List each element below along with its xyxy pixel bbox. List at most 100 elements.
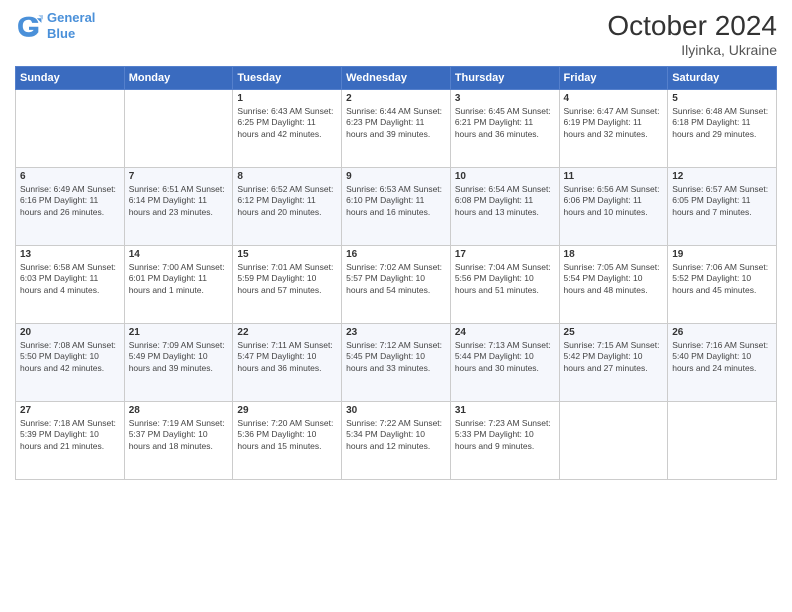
table-row: 29 Sunrise: 7:20 AM Sunset: 5:36 PM Dayli… bbox=[233, 402, 342, 480]
col-monday: Monday bbox=[124, 67, 233, 90]
day-number: 5 bbox=[672, 93, 772, 104]
week-row-4: 20 Sunrise: 7:08 AM Sunset: 5:50 PM Dayli… bbox=[16, 324, 777, 402]
table-row bbox=[559, 402, 668, 480]
day-number: 21 bbox=[129, 327, 229, 338]
day-number: 3 bbox=[455, 93, 555, 104]
day-info: Sunrise: 6:47 AM Sunset: 6:19 PM Dayligh… bbox=[564, 106, 664, 140]
table-row: 28Sunrise: 7:19 AM Sunset: 5:37 PM Dayli… bbox=[124, 402, 233, 480]
table-row: 20 Sunrise: 7:08 AM Sunset: 5:50 PM Dayli… bbox=[16, 324, 125, 402]
week-row-1: 1 Sunrise: 6:43 AM Sunset: 6:25 PM Daylig… bbox=[16, 90, 777, 168]
day-number: 18 bbox=[564, 249, 664, 260]
table-row bbox=[668, 402, 777, 480]
day-number: 15 bbox=[237, 249, 337, 260]
table-row: 13Sunrise: 6:58 AM Sunset: 6:03 PM Dayli… bbox=[16, 246, 125, 324]
table-row: 8 Sunrise: 6:52 AM Sunset: 6:12 PM Daylig… bbox=[233, 168, 342, 246]
day-info: Sunrise: 6:53 AM Sunset: 6:10 PM Dayligh… bbox=[346, 184, 446, 218]
day-info: Sunrise: 7:04 AM Sunset: 5:56 PM Dayligh… bbox=[455, 262, 555, 296]
col-thursday: Thursday bbox=[450, 67, 559, 90]
day-info: Sunrise: 7:02 AM Sunset: 5:57 PM Dayligh… bbox=[346, 262, 446, 296]
table-row bbox=[16, 90, 125, 168]
day-number: 12 bbox=[672, 171, 772, 182]
week-row-2: 6 Sunrise: 6:49 AM Sunset: 6:16 PM Daylig… bbox=[16, 168, 777, 246]
logo-icon bbox=[15, 12, 43, 40]
day-info: Sunrise: 6:56 AM Sunset: 6:06 PM Dayligh… bbox=[564, 184, 664, 218]
location: Ilyinka, Ukraine bbox=[607, 42, 777, 58]
col-wednesday: Wednesday bbox=[342, 67, 451, 90]
day-info: Sunrise: 7:15 AM Sunset: 5:42 PM Dayligh… bbox=[564, 340, 664, 374]
day-info: Sunrise: 7:12 AM Sunset: 5:45 PM Dayligh… bbox=[346, 340, 446, 374]
day-number: 14 bbox=[129, 249, 229, 260]
table-row: 2Sunrise: 6:44 AM Sunset: 6:23 PM Daylig… bbox=[342, 90, 451, 168]
day-number: 16 bbox=[346, 249, 446, 260]
day-info: Sunrise: 7:20 AM Sunset: 5:36 PM Dayligh… bbox=[237, 418, 337, 452]
day-info: Sunrise: 6:54 AM Sunset: 6:08 PM Dayligh… bbox=[455, 184, 555, 218]
header: General Blue October 2024 Ilyinka, Ukrai… bbox=[15, 10, 777, 58]
day-info: Sunrise: 7:16 AM Sunset: 5:40 PM Dayligh… bbox=[672, 340, 772, 374]
col-saturday: Saturday bbox=[668, 67, 777, 90]
title-block: October 2024 Ilyinka, Ukraine bbox=[607, 10, 777, 58]
day-info: Sunrise: 6:43 AM Sunset: 6:25 PM Dayligh… bbox=[237, 106, 337, 140]
day-info: Sunrise: 7:09 AM Sunset: 5:49 PM Dayligh… bbox=[129, 340, 229, 374]
day-info: Sunrise: 6:45 AM Sunset: 6:21 PM Dayligh… bbox=[455, 106, 555, 140]
day-number: 29 bbox=[237, 405, 337, 416]
day-info: Sunrise: 6:49 AM Sunset: 6:16 PM Dayligh… bbox=[20, 184, 120, 218]
day-info: Sunrise: 6:52 AM Sunset: 6:12 PM Dayligh… bbox=[237, 184, 337, 218]
day-number: 22 bbox=[237, 327, 337, 338]
day-number: 24 bbox=[455, 327, 555, 338]
table-row: 16 Sunrise: 7:02 AM Sunset: 5:57 PM Dayli… bbox=[342, 246, 451, 324]
table-row: 7 Sunrise: 6:51 AM Sunset: 6:14 PM Daylig… bbox=[124, 168, 233, 246]
day-number: 8 bbox=[237, 171, 337, 182]
day-number: 20 bbox=[20, 327, 120, 338]
day-number: 28 bbox=[129, 405, 229, 416]
day-number: 1 bbox=[237, 93, 337, 104]
day-number: 6 bbox=[20, 171, 120, 182]
day-info: Sunrise: 7:01 AM Sunset: 5:59 PM Dayligh… bbox=[237, 262, 337, 296]
day-info: Sunrise: 7:08 AM Sunset: 5:50 PM Dayligh… bbox=[20, 340, 120, 374]
col-sunday: Sunday bbox=[16, 67, 125, 90]
day-number: 7 bbox=[129, 171, 229, 182]
day-number: 30 bbox=[346, 405, 446, 416]
day-number: 13 bbox=[20, 249, 120, 260]
table-row: 3 Sunrise: 6:45 AM Sunset: 6:21 PM Daylig… bbox=[450, 90, 559, 168]
table-row: 6 Sunrise: 6:49 AM Sunset: 6:16 PM Daylig… bbox=[16, 168, 125, 246]
day-info: Sunrise: 7:06 AM Sunset: 5:52 PM Dayligh… bbox=[672, 262, 772, 296]
table-row: 26 Sunrise: 7:16 AM Sunset: 5:40 PM Dayli… bbox=[668, 324, 777, 402]
day-info: Sunrise: 7:11 AM Sunset: 5:47 PM Dayligh… bbox=[237, 340, 337, 374]
table-row: 24Sunrise: 7:13 AM Sunset: 5:44 PM Dayli… bbox=[450, 324, 559, 402]
day-number: 19 bbox=[672, 249, 772, 260]
logo-text: General Blue bbox=[47, 10, 95, 41]
table-row: 9 Sunrise: 6:53 AM Sunset: 6:10 PM Daylig… bbox=[342, 168, 451, 246]
page: General Blue October 2024 Ilyinka, Ukrai… bbox=[0, 0, 792, 612]
table-row: 18 Sunrise: 7:05 AM Sunset: 5:54 PM Dayli… bbox=[559, 246, 668, 324]
day-number: 25 bbox=[564, 327, 664, 338]
day-info: Sunrise: 7:23 AM Sunset: 5:33 PM Dayligh… bbox=[455, 418, 555, 452]
day-number: 11 bbox=[564, 171, 664, 182]
week-row-5: 27 Sunrise: 7:18 AM Sunset: 5:39 PM Dayli… bbox=[16, 402, 777, 480]
table-row: 14Sunrise: 7:00 AM Sunset: 6:01 PM Dayli… bbox=[124, 246, 233, 324]
day-info: Sunrise: 6:48 AM Sunset: 6:18 PM Dayligh… bbox=[672, 106, 772, 140]
day-number: 27 bbox=[20, 405, 120, 416]
header-row: Sunday Monday Tuesday Wednesday Thursday… bbox=[16, 67, 777, 90]
month-title: October 2024 bbox=[607, 10, 777, 42]
day-info: Sunrise: 6:51 AM Sunset: 6:14 PM Dayligh… bbox=[129, 184, 229, 218]
table-row: 30 Sunrise: 7:22 AM Sunset: 5:34 PM Dayli… bbox=[342, 402, 451, 480]
day-number: 9 bbox=[346, 171, 446, 182]
table-row: 15 Sunrise: 7:01 AM Sunset: 5:59 PM Dayli… bbox=[233, 246, 342, 324]
day-number: 31 bbox=[455, 405, 555, 416]
day-info: Sunrise: 6:57 AM Sunset: 6:05 PM Dayligh… bbox=[672, 184, 772, 218]
table-row: 1 Sunrise: 6:43 AM Sunset: 6:25 PM Daylig… bbox=[233, 90, 342, 168]
table-row: 31 Sunrise: 7:23 AM Sunset: 5:33 PM Dayli… bbox=[450, 402, 559, 480]
day-info: Sunrise: 7:18 AM Sunset: 5:39 PM Dayligh… bbox=[20, 418, 120, 452]
day-number: 17 bbox=[455, 249, 555, 260]
logo-line2: Blue bbox=[47, 26, 75, 41]
table-row: 19 Sunrise: 7:06 AM Sunset: 5:52 PM Dayli… bbox=[668, 246, 777, 324]
calendar-table: Sunday Monday Tuesday Wednesday Thursday… bbox=[15, 66, 777, 480]
day-info: Sunrise: 7:22 AM Sunset: 5:34 PM Dayligh… bbox=[346, 418, 446, 452]
logo: General Blue bbox=[15, 10, 95, 41]
col-tuesday: Tuesday bbox=[233, 67, 342, 90]
table-row: 22 Sunrise: 7:11 AM Sunset: 5:47 PM Dayli… bbox=[233, 324, 342, 402]
day-number: 26 bbox=[672, 327, 772, 338]
day-info: Sunrise: 7:05 AM Sunset: 5:54 PM Dayligh… bbox=[564, 262, 664, 296]
table-row bbox=[124, 90, 233, 168]
table-row: 25 Sunrise: 7:15 AM Sunset: 5:42 PM Dayli… bbox=[559, 324, 668, 402]
